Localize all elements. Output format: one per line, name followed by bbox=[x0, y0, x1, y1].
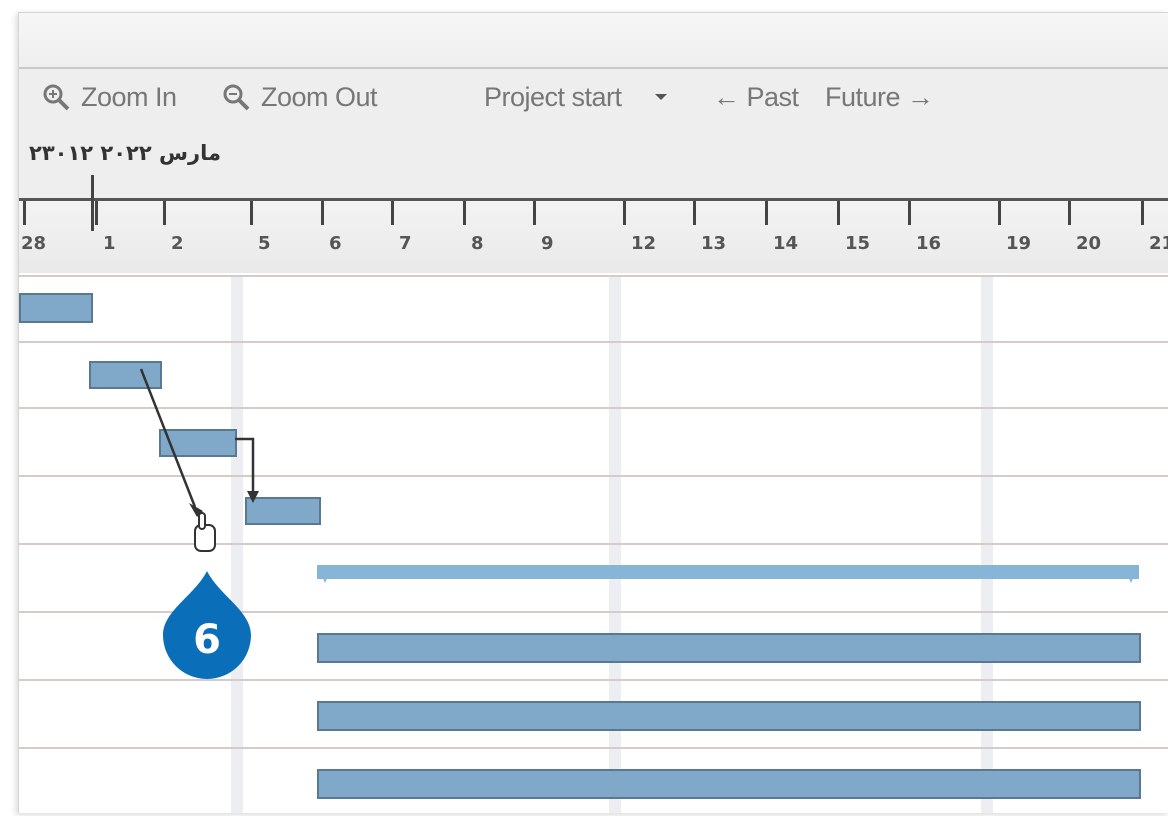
step-number: 6 bbox=[193, 617, 221, 663]
dependency-links bbox=[139, 368, 259, 552]
hand-cursor-icon bbox=[194, 512, 216, 552]
dependency-line bbox=[235, 437, 255, 495]
gantt-window: Zoom In Zoom Out Project start ← Past Fu… bbox=[18, 12, 1168, 813]
arrowhead-icon bbox=[247, 491, 259, 503]
dependency-line bbox=[139, 368, 197, 508]
step-callout-badge: 6 bbox=[161, 571, 253, 679]
